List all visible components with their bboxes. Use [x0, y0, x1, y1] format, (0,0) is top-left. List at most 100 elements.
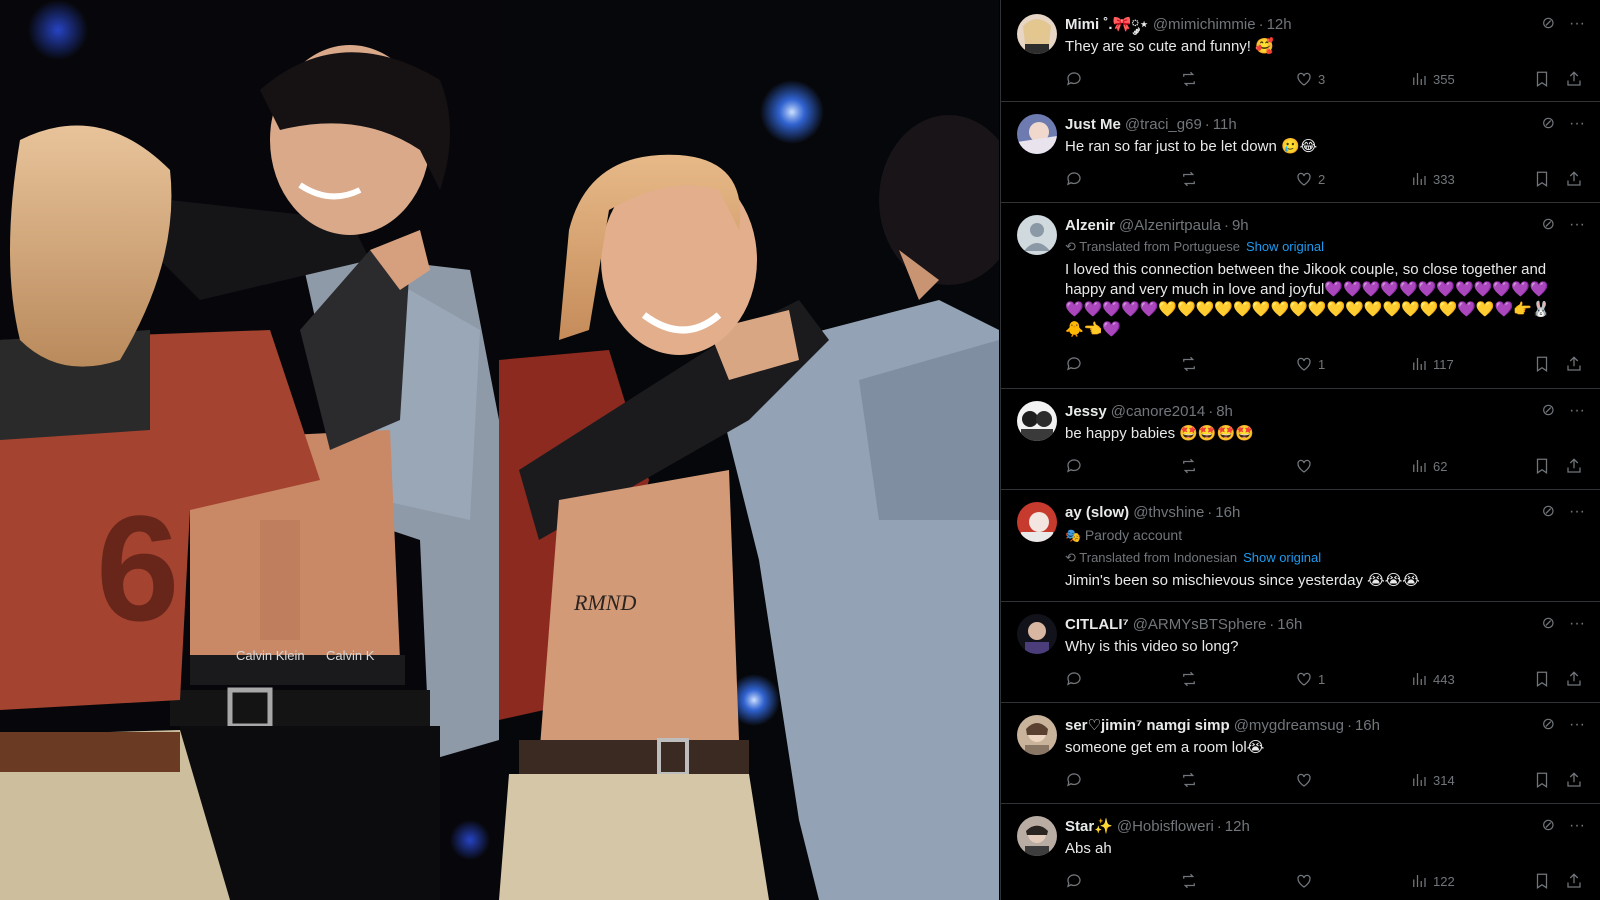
more-icon[interactable]: ···: [1569, 217, 1585, 233]
share-button[interactable]: [1565, 456, 1583, 476]
repost-button[interactable]: [1180, 456, 1198, 476]
reply-item[interactable]: Jessy @canore2014 · 8h ⊘ ··· be happy babies…: [1001, 389, 1600, 490]
repost-button[interactable]: [1180, 169, 1198, 189]
grok-icon[interactable]: ⊘: [1542, 403, 1555, 419]
reply-item[interactable]: Mimi ˚.🎀༘⋆ @mimichimmie · 12h ⊘ ··· They are…: [1001, 0, 1600, 102]
reply-button[interactable]: [1065, 456, 1083, 476]
display-name[interactable]: Alzenir: [1065, 217, 1115, 234]
handle[interactable]: @Hobisfloweri: [1117, 818, 1214, 835]
grok-icon[interactable]: ⊘: [1542, 504, 1555, 520]
timestamp[interactable]: 8h: [1216, 403, 1233, 420]
timestamp[interactable]: 11h: [1213, 116, 1237, 133]
like-button[interactable]: [1295, 871, 1318, 891]
reply-button[interactable]: [1065, 669, 1083, 689]
more-icon[interactable]: ···: [1569, 717, 1585, 733]
grok-icon[interactable]: ⊘: [1542, 16, 1555, 32]
show-original-link[interactable]: Show original: [1246, 239, 1324, 254]
display-name[interactable]: Mimi ˚.🎀༘⋆: [1065, 16, 1149, 33]
views-button[interactable]: 443: [1410, 669, 1455, 689]
share-button[interactable]: [1565, 770, 1583, 790]
repost-button[interactable]: [1180, 69, 1198, 89]
reply-item[interactable]: ser♡jimin⁷ namgi simp @mygdreamsug · 16h ⊘ ·…: [1001, 703, 1600, 804]
views-button[interactable]: 333: [1410, 169, 1455, 189]
reply-item[interactable]: ay (slow) @thvshine · 16h ⊘ ··· 🎭 Parody acc…: [1001, 490, 1600, 602]
grok-icon[interactable]: ⊘: [1542, 616, 1555, 632]
share-button[interactable]: [1565, 354, 1583, 374]
repost-button[interactable]: [1180, 354, 1198, 374]
show-original-link[interactable]: Show original: [1243, 550, 1321, 565]
more-icon[interactable]: ···: [1569, 16, 1585, 32]
share-button[interactable]: [1565, 669, 1583, 689]
display-name[interactable]: Jessy: [1065, 403, 1107, 420]
views-button[interactable]: 122: [1410, 871, 1455, 891]
views-button[interactable]: 62: [1410, 456, 1447, 476]
share-button[interactable]: [1565, 169, 1583, 189]
avatar[interactable]: [1017, 715, 1057, 755]
bookmark-button[interactable]: [1533, 169, 1551, 189]
reply-item[interactable]: Star✨ @Hobisfloweri · 12h ⊘ ··· Abs ah 122: [1001, 804, 1600, 900]
share-button[interactable]: [1565, 871, 1583, 891]
timestamp[interactable]: 16h: [1215, 504, 1240, 521]
share-button[interactable]: [1565, 69, 1583, 89]
reply-item[interactable]: Just Me @traci_g69 · 11h ⊘ ··· He ran so far…: [1001, 102, 1600, 203]
timestamp[interactable]: 16h: [1277, 616, 1302, 633]
display-name[interactable]: Just Me: [1065, 116, 1121, 133]
repost-button[interactable]: [1180, 871, 1198, 891]
handle[interactable]: @ARMYsBTSphere: [1133, 616, 1267, 633]
grok-icon[interactable]: ⊘: [1542, 116, 1555, 132]
avatar[interactable]: [1017, 14, 1057, 54]
more-icon[interactable]: ···: [1569, 818, 1585, 834]
like-button[interactable]: 2: [1295, 169, 1325, 189]
handle[interactable]: @traci_g69: [1125, 116, 1202, 133]
more-icon[interactable]: ···: [1569, 504, 1585, 520]
like-button[interactable]: 1: [1295, 669, 1325, 689]
bookmark-button[interactable]: [1533, 69, 1551, 89]
display-name[interactable]: ser♡jimin⁷ namgi simp: [1065, 717, 1230, 734]
handle[interactable]: @thvshine: [1133, 504, 1204, 521]
reply-feed[interactable]: Mimi ˚.🎀༘⋆ @mimichimmie · 12h ⊘ ··· They are…: [1000, 0, 1600, 900]
avatar[interactable]: [1017, 401, 1057, 441]
like-button[interactable]: 3: [1295, 69, 1325, 89]
repost-button[interactable]: [1180, 669, 1198, 689]
views-button[interactable]: 355: [1410, 69, 1455, 89]
more-icon[interactable]: ···: [1569, 403, 1585, 419]
more-icon[interactable]: ···: [1569, 116, 1585, 132]
timestamp[interactable]: 12h: [1225, 818, 1250, 835]
like-button[interactable]: [1295, 456, 1318, 476]
like-button[interactable]: [1295, 770, 1318, 790]
more-icon[interactable]: ···: [1569, 616, 1585, 632]
reply-button[interactable]: [1065, 354, 1083, 374]
reply-button[interactable]: [1065, 871, 1083, 891]
grok-icon[interactable]: ⊘: [1542, 717, 1555, 733]
reply-item[interactable]: Alzenir @Alzenirtpaula · 9h ⊘ ··· ⟲ Translat…: [1001, 203, 1600, 389]
avatar[interactable]: [1017, 614, 1057, 654]
bookmark-button[interactable]: [1533, 871, 1551, 891]
handle[interactable]: @canore2014: [1111, 403, 1205, 420]
avatar[interactable]: [1017, 215, 1057, 255]
handle[interactable]: @mimichimmie: [1153, 16, 1256, 33]
reply-item[interactable]: CITLALI⁷ @ARMYsBTSphere · 16h ⊘ ··· Why is t…: [1001, 602, 1600, 703]
avatar[interactable]: [1017, 502, 1057, 542]
grok-icon[interactable]: ⊘: [1542, 217, 1555, 233]
bookmark-button[interactable]: [1533, 354, 1551, 374]
bookmark-button[interactable]: [1533, 456, 1551, 476]
display-name[interactable]: CITLALI⁷: [1065, 616, 1129, 633]
handle[interactable]: @Alzenirtpaula: [1119, 217, 1221, 234]
handle[interactable]: @mygdreamsug: [1234, 717, 1344, 734]
timestamp[interactable]: 9h: [1232, 217, 1249, 234]
reply-button[interactable]: [1065, 770, 1083, 790]
display-name[interactable]: ay (slow): [1065, 504, 1129, 521]
timestamp[interactable]: 12h: [1267, 16, 1292, 33]
bookmark-button[interactable]: [1533, 770, 1551, 790]
bookmark-button[interactable]: [1533, 669, 1551, 689]
timestamp[interactable]: 16h: [1355, 717, 1380, 734]
grok-icon[interactable]: ⊘: [1542, 818, 1555, 834]
reply-button[interactable]: [1065, 69, 1083, 89]
reply-button[interactable]: [1065, 169, 1083, 189]
repost-button[interactable]: [1180, 770, 1198, 790]
views-button[interactable]: 117: [1410, 354, 1454, 374]
avatar[interactable]: [1017, 114, 1057, 154]
avatar[interactable]: [1017, 816, 1057, 856]
views-button[interactable]: 314: [1410, 770, 1455, 790]
like-button[interactable]: 1: [1295, 354, 1325, 374]
